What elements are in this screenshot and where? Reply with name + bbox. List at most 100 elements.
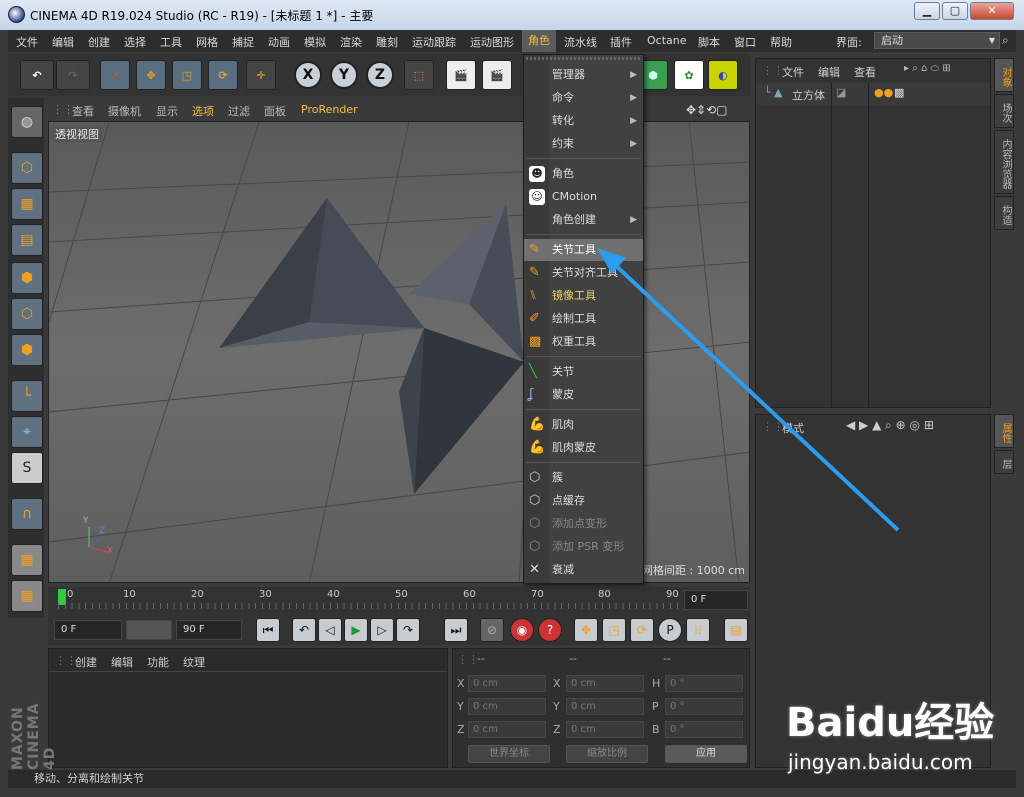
redo-icon[interactable]: ↷ bbox=[56, 60, 90, 90]
menu-item-joint-align-tool[interactable]: ✎ 关节对齐工具 bbox=[524, 262, 643, 284]
end-frame-field[interactable]: 90 F bbox=[176, 620, 242, 640]
frame-range-slider[interactable] bbox=[126, 620, 172, 640]
scale-icon[interactable]: ◳ bbox=[172, 60, 202, 90]
menu-select[interactable]: 选择 bbox=[124, 34, 146, 50]
menu-item-cluster[interactable]: ⬡ 簇 bbox=[524, 467, 643, 489]
menu-item-joint[interactable]: ╲ 关节 bbox=[524, 361, 643, 383]
rotation-h-field[interactable]: 0 ° bbox=[665, 675, 743, 692]
menu-window[interactable]: 窗口 bbox=[734, 34, 756, 50]
y-axis-lock-button[interactable]: Y bbox=[330, 61, 358, 89]
object-row[interactable]: └ ▲ 立方体 ◪ ●● ▩ bbox=[756, 83, 990, 105]
material-menu-edit[interactable]: 编辑 bbox=[111, 654, 133, 670]
texture-mode-icon[interactable]: ▦ bbox=[11, 188, 43, 220]
attr-nav-icons[interactable]: ◀ ▶ ▲ ⌕ ⊕ ◎ ⊞ bbox=[846, 418, 934, 433]
material-menu-create[interactable]: 创建 bbox=[75, 654, 97, 670]
last-tool-icon[interactable]: ✛ bbox=[246, 60, 276, 90]
menu-mograph[interactable]: 运动图形 bbox=[470, 34, 514, 50]
close-button[interactable]: ✕ bbox=[970, 2, 1014, 20]
previous-frame-icon[interactable]: ◁ bbox=[318, 618, 342, 642]
edges-mode-icon[interactable]: ⬡ bbox=[11, 298, 43, 330]
rotation-p-field[interactable]: 0 ° bbox=[665, 698, 743, 715]
polygons-mode-icon[interactable]: ⬢ bbox=[11, 334, 43, 366]
apply-button[interactable]: 应用 bbox=[665, 745, 747, 763]
record-parameter-icon[interactable]: P bbox=[658, 618, 682, 642]
viewport-menu-cameras[interactable]: 摄像机 bbox=[108, 103, 141, 119]
undo-icon[interactable]: ↶ bbox=[20, 60, 54, 90]
model-mode-icon[interactable]: ⬡ bbox=[11, 152, 43, 184]
move-icon[interactable]: ✥ bbox=[136, 60, 166, 90]
tab-content-browser[interactable]: 内容浏览器 bbox=[994, 130, 1014, 194]
keyframe-selection-icon[interactable]: ? bbox=[538, 618, 562, 642]
menu-item-falloff[interactable]: ✕ 衰减 bbox=[524, 559, 643, 581]
start-frame-field[interactable]: 0 F bbox=[54, 620, 122, 640]
menu-item-mirror-tool[interactable]: ⑊ 镜像工具 bbox=[524, 285, 643, 307]
tab-layers[interactable]: 层 bbox=[994, 450, 1014, 474]
menu-simulate[interactable]: 模拟 bbox=[304, 34, 326, 50]
menu-snap[interactable]: 捕捉 bbox=[232, 34, 254, 50]
record-disabled-icon[interactable]: ⊘ bbox=[480, 618, 504, 642]
position-z-field[interactable]: 0 cm bbox=[468, 721, 546, 738]
snapping-icon[interactable]: S bbox=[11, 452, 43, 484]
menu-edit[interactable]: 编辑 bbox=[52, 34, 74, 50]
viewport-menu-options[interactable]: 选项 bbox=[192, 103, 214, 119]
deformer-icon[interactable]: ◐ bbox=[708, 60, 738, 90]
menu-item-character[interactable]: ☻ 角色 bbox=[524, 163, 643, 185]
menu-item-muscle[interactable]: 💪 肌肉 bbox=[524, 414, 643, 436]
menu-file[interactable]: 文件 bbox=[16, 34, 38, 50]
scale-mode-dropdown[interactable]: 缩放比例 bbox=[566, 745, 648, 763]
tab-takes[interactable]: 场次 bbox=[994, 94, 1014, 128]
record-position-icon[interactable]: ✥ bbox=[574, 618, 598, 642]
menu-item-conversion[interactable]: 转化 ▶ bbox=[524, 110, 643, 132]
viewport-menu-filter[interactable]: 过滤 bbox=[228, 103, 250, 119]
menu-help[interactable]: 帮助 bbox=[770, 34, 792, 50]
interface-select[interactable]: 启动 ▼ bbox=[874, 32, 1000, 49]
minimize-button[interactable]: ▁ bbox=[914, 2, 940, 20]
render-view-icon[interactable]: 🎬 bbox=[446, 60, 476, 90]
attr-menu-mode[interactable]: 模式 bbox=[782, 420, 804, 436]
coordinate-system-icon[interactable]: ⬚ bbox=[404, 60, 434, 90]
live-selection-icon[interactable]: ➚ bbox=[100, 60, 130, 90]
menu-mesh[interactable]: 网格 bbox=[196, 34, 218, 50]
position-x-field[interactable]: 0 cm bbox=[468, 675, 546, 692]
menu-character[interactable]: 角色 bbox=[522, 30, 556, 52]
menu-item-add-point-morph[interactable]: ⬡ 添加点变形 bbox=[524, 513, 643, 535]
rotation-b-field[interactable]: 0 ° bbox=[665, 721, 743, 738]
size-x-field[interactable]: 0 cm bbox=[566, 675, 644, 692]
object-menu-view[interactable]: 查看 bbox=[854, 64, 876, 80]
object-menu-edit[interactable]: 编辑 bbox=[818, 64, 840, 80]
menu-item-weight-tool[interactable]: ▩ 权重工具 bbox=[524, 331, 643, 353]
menu-render[interactable]: 渲染 bbox=[340, 34, 362, 50]
workplane-mode-icon[interactable]: ▤ bbox=[11, 224, 43, 256]
planar-workplane-icon[interactable]: ▦ bbox=[11, 580, 43, 612]
tag-icon[interactable]: ●● bbox=[874, 86, 893, 99]
menu-item-paint-tool[interactable]: ✐ 绘制工具 bbox=[524, 308, 643, 330]
record-rotation-icon[interactable]: ⟳ bbox=[630, 618, 654, 642]
viewport-menu-view[interactable]: 查看 bbox=[72, 103, 94, 119]
menu-sculpt[interactable]: 雕刻 bbox=[376, 34, 398, 50]
make-editable-icon[interactable]: ◍ bbox=[11, 106, 43, 138]
tweak-mode-icon[interactable]: ⌖ bbox=[11, 416, 43, 448]
object-toolbar-icons[interactable]: ▸ ⌕ ⌂ ⬭ ⊞ bbox=[904, 63, 951, 74]
magnet-icon[interactable]: ∩ bbox=[11, 498, 43, 530]
menu-octane[interactable]: Octane bbox=[647, 34, 687, 47]
tear-off-handle[interactable] bbox=[526, 57, 641, 60]
material-menu-function[interactable]: 功能 bbox=[147, 654, 169, 670]
material-menu-texture[interactable]: 纹理 bbox=[183, 654, 205, 670]
position-y-field[interactable]: 0 cm bbox=[468, 698, 546, 715]
menu-motion-tracking[interactable]: 运动跟踪 bbox=[412, 34, 456, 50]
menu-animate[interactable]: 动画 bbox=[268, 34, 290, 50]
z-axis-lock-button[interactable]: Z bbox=[366, 61, 394, 89]
render-picture-viewer-icon[interactable]: 🎬 bbox=[482, 60, 512, 90]
world-coordinates-dropdown[interactable]: 世界坐标 bbox=[468, 745, 550, 763]
menu-script[interactable]: 脚本 bbox=[698, 34, 720, 50]
size-z-field[interactable]: 0 cm bbox=[566, 721, 644, 738]
search-icon[interactable]: ⌕ bbox=[1002, 33, 1009, 48]
next-key-icon[interactable]: ↷ bbox=[396, 618, 420, 642]
menu-pipeline[interactable]: 流水线 bbox=[564, 34, 597, 50]
menu-item-add-psr-morph[interactable]: ⬡ 添加 PSR 变形 bbox=[524, 536, 643, 558]
record-point-level-icon[interactable]: ⁞⁞ bbox=[686, 618, 710, 642]
current-frame-field[interactable]: 0 F bbox=[684, 590, 748, 610]
viewport-menu-panel[interactable]: 面板 bbox=[264, 103, 286, 119]
go-to-start-icon[interactable]: ⏮ bbox=[256, 618, 280, 642]
viewport[interactable]: 透视视图 Y Z X 网格间距 : 1000 cm bbox=[48, 121, 750, 583]
